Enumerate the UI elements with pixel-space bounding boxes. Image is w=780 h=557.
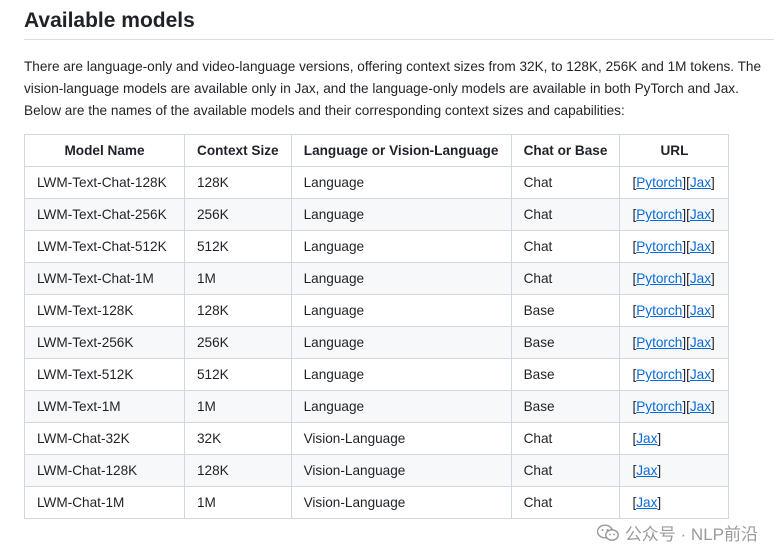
table-row: LWM-Chat-1M 1M Vision-Language Chat [Jax]	[24, 486, 730, 519]
cell-url: [Jax]	[619, 486, 730, 519]
intro-paragraph: There are language-only and video-langua…	[24, 59, 762, 118]
cell-modality: Vision-Language	[290, 486, 512, 519]
cell-chat-or-base: Base	[510, 326, 621, 359]
cell-modality: Language	[290, 230, 512, 263]
cell-chat-or-base: Chat	[510, 486, 621, 519]
pytorch-link[interactable]: Pytorch	[636, 399, 682, 414]
cell-chat-or-base: Base	[510, 390, 621, 423]
pytorch-link[interactable]: Pytorch	[636, 335, 682, 350]
cell-url: [Pytorch][Jax]	[619, 198, 730, 231]
jax-link[interactable]: Jax	[636, 463, 657, 478]
cell-modality: Language	[290, 390, 512, 423]
table-row: LWM-Text-256K 256K Language Base [Pytorch][J…	[24, 326, 730, 359]
cell-modality: Language	[290, 262, 512, 295]
section-heading: Available models	[24, 9, 195, 32]
table-row: LWM-Text-Chat-128K 128K Language Chat [Pytor…	[24, 166, 730, 199]
wechat-icon	[596, 524, 619, 542]
heading-divider	[24, 39, 774, 40]
jax-link[interactable]: Jax	[690, 271, 711, 286]
table-row: LWM-Text-Chat-1M 1M Language Chat [Pytorch][…	[24, 262, 730, 295]
cell-modality: Language	[290, 326, 512, 359]
cell-url: [Jax]	[619, 422, 730, 455]
table-row: LWM-Text-Chat-512K 512K Language Chat [Pytor…	[24, 230, 730, 263]
jax-link[interactable]: Jax	[690, 207, 711, 222]
cell-chat-or-base: Chat	[510, 262, 621, 295]
jax-link[interactable]: Jax	[690, 303, 711, 318]
cell-model-name: LWM-Text-256K	[24, 326, 185, 359]
cell-modality: Language	[290, 294, 512, 327]
cell-url: [Pytorch][Jax]	[619, 390, 730, 423]
watermark-text: 公众号 · NLP前沿	[624, 525, 758, 544]
cell-url: [Pytorch][Jax]	[619, 230, 730, 263]
pytorch-link[interactable]: Pytorch	[636, 175, 682, 190]
cell-url: [Pytorch][Jax]	[619, 326, 730, 359]
cell-context-size: 32K	[184, 422, 292, 455]
table-row: LWM-Text-512K 512K Language Base [Pytorch][J…	[24, 358, 730, 391]
watermark: 公众号 · NLP前沿	[596, 520, 758, 545]
cell-context-size: 128K	[184, 454, 292, 487]
table-row: LWM-Chat-32K 32K Vision-Language Chat [Jax]	[24, 422, 730, 455]
cell-model-name: LWM-Text-512K	[24, 358, 185, 391]
cell-model-name: LWM-Text-Chat-1M	[24, 262, 185, 295]
jax-link[interactable]: Jax	[636, 431, 657, 446]
header-context-size: Context Size	[184, 134, 292, 167]
header-model-name: Model Name	[24, 134, 185, 167]
cell-model-name: LWM-Text-Chat-256K	[24, 198, 185, 231]
cell-modality: Vision-Language	[290, 454, 512, 487]
cell-context-size: 1M	[184, 390, 292, 423]
header-chat-or-base: Chat or Base	[510, 134, 621, 167]
jax-link[interactable]: Jax	[636, 495, 657, 510]
cell-url: [Pytorch][Jax]	[619, 262, 730, 295]
cell-modality: Language	[290, 198, 512, 231]
cell-context-size: 256K	[184, 326, 292, 359]
pytorch-link[interactable]: Pytorch	[636, 239, 682, 254]
cell-model-name: LWM-Chat-1M	[24, 486, 185, 519]
cell-context-size: 128K	[184, 294, 292, 327]
cell-url: [Pytorch][Jax]	[619, 166, 730, 199]
cell-model-name: LWM-Text-Chat-512K	[24, 230, 185, 263]
cell-context-size: 1M	[184, 486, 292, 519]
pytorch-link[interactable]: Pytorch	[636, 207, 682, 222]
cell-chat-or-base: Chat	[510, 198, 621, 231]
jax-link[interactable]: Jax	[690, 239, 711, 254]
cell-chat-or-base: Chat	[510, 166, 621, 199]
cell-model-name: LWM-Text-1M	[24, 390, 185, 423]
cell-context-size: 512K	[184, 358, 292, 391]
models-table: Model Name Context Size Language or Visi…	[24, 134, 730, 519]
cell-url: [Pytorch][Jax]	[619, 294, 730, 327]
cell-model-name: LWM-Text-Chat-128K	[24, 166, 185, 199]
table-row: LWM-Text-Chat-256K 256K Language Chat [Pytor…	[24, 198, 730, 231]
cell-chat-or-base: Chat	[510, 422, 621, 455]
cell-chat-or-base: Base	[510, 358, 621, 391]
cell-context-size: 512K	[184, 230, 292, 263]
table-row: LWM-Text-128K 128K Language Base [Pytorch][J…	[24, 294, 730, 327]
cell-chat-or-base: Chat	[510, 454, 621, 487]
table-row: LWM-Chat-128K 128K Vision-Language Chat [Jax…	[24, 454, 730, 487]
pytorch-link[interactable]: Pytorch	[636, 303, 682, 318]
pytorch-link[interactable]: Pytorch	[636, 271, 682, 286]
jax-link[interactable]: Jax	[690, 335, 711, 350]
jax-link[interactable]: Jax	[690, 175, 711, 190]
cell-context-size: 1M	[184, 262, 292, 295]
header-url: URL	[619, 134, 730, 167]
cell-model-name: LWM-Chat-128K	[24, 454, 185, 487]
table-row: LWM-Text-1M 1M Language Base [Pytorch][Jax]	[24, 390, 730, 423]
pytorch-link[interactable]: Pytorch	[636, 367, 682, 382]
cell-url: [Jax]	[619, 454, 730, 487]
jax-link[interactable]: Jax	[690, 399, 711, 414]
cell-modality: Vision-Language	[290, 422, 512, 455]
cell-modality: Language	[290, 166, 512, 199]
table-header-row: Model Name Context Size Language or Visi…	[24, 134, 730, 167]
cell-url: [Pytorch][Jax]	[619, 358, 730, 391]
cell-context-size: 256K	[184, 198, 292, 231]
cell-modality: Language	[290, 358, 512, 391]
cell-model-name: LWM-Text-128K	[24, 294, 185, 327]
cell-context-size: 128K	[184, 166, 292, 199]
cell-chat-or-base: Base	[510, 294, 621, 327]
cell-chat-or-base: Chat	[510, 230, 621, 263]
cell-model-name: LWM-Chat-32K	[24, 422, 185, 455]
jax-link[interactable]: Jax	[690, 367, 711, 382]
header-modality: Language or Vision-Language	[290, 134, 512, 167]
